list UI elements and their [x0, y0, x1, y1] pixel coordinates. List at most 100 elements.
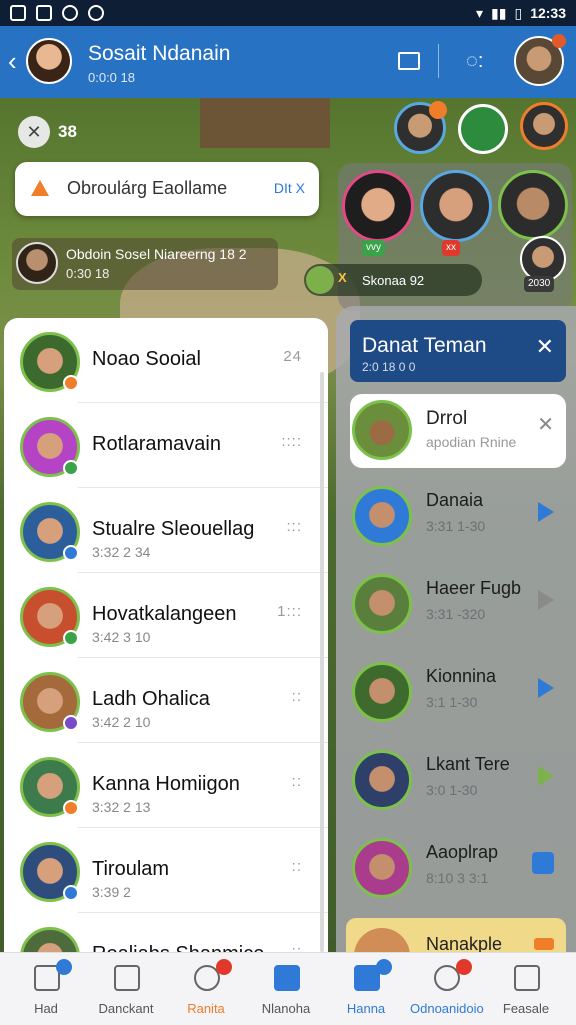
- nav-item[interactable]: Had: [10, 953, 82, 1025]
- target-icon: [62, 5, 78, 21]
- friend-avatar: [20, 332, 80, 392]
- friends-scrollbar[interactable]: [320, 372, 324, 952]
- book-icon[interactable]: [398, 52, 420, 70]
- cluster-chip-2: xx: [442, 240, 460, 256]
- profile-avatar[interactable]: [514, 34, 566, 86]
- suggested-sub: 3:31 1-30: [426, 518, 486, 534]
- notification-card[interactable]: Obroulárg Eaollame DIt X: [15, 162, 319, 216]
- status-time: 12:33: [530, 5, 566, 21]
- nav-item[interactable]: Ranita: [170, 953, 242, 1025]
- status-pill-label: Skonaa 92: [362, 273, 425, 288]
- drag-handle-icon[interactable]: :::: [286, 518, 302, 535]
- add-friend-header: Danat Teman 2:0 18 0 0 ✕: [350, 320, 566, 382]
- friend-row[interactable]: Hovatkalangeen3:42 3 10 1:::: [4, 573, 328, 658]
- nav-label: Hanna: [346, 1001, 386, 1016]
- nav-item[interactable]: Hanna: [330, 953, 402, 1025]
- suggestion-action-icon[interactable]: [534, 938, 554, 950]
- hud-avatar-2[interactable]: [520, 102, 568, 150]
- cluster-time: 2030: [524, 276, 555, 292]
- cluster-chip-1: vvy: [362, 240, 385, 256]
- nav-item[interactable]: Odnoanidoio: [410, 953, 484, 1025]
- friend-avatar: [20, 842, 80, 902]
- settings-icon: [88, 5, 104, 21]
- friend-row[interactable]: Noao Sooial 24: [4, 318, 328, 403]
- play-icon[interactable]: [538, 678, 554, 698]
- edit-icon[interactable]: [532, 852, 554, 874]
- friend-avatar: [20, 757, 80, 817]
- friends-icon: [114, 965, 140, 991]
- photo-icon: [36, 5, 52, 21]
- suggested-friend-row[interactable]: Lkant Tere 3:0 1-30: [350, 738, 566, 824]
- friend-sub: 3:42 3 10: [92, 629, 151, 645]
- status-icons-left: [10, 5, 104, 21]
- heart-icon[interactable]: [458, 104, 508, 154]
- nav-badge: [216, 959, 232, 975]
- friend-row[interactable]: Tiroulam3:39 2::: [4, 828, 328, 913]
- play-icon[interactable]: [538, 766, 554, 786]
- friend-sub: 3:32 2 13: [92, 799, 151, 815]
- suggested-sub: 8:10 3 3:1: [426, 870, 489, 886]
- chat-icon[interactable]: ◌:: [466, 50, 483, 73]
- drag-handle-icon[interactable]: ::: [292, 858, 302, 875]
- hud-counter[interactable]: ✕ 38: [18, 116, 77, 148]
- suggested-friend-row[interactable]: Haeer Fugb 3:31 -320: [350, 562, 566, 648]
- cluster-avatar-2[interactable]: [420, 170, 492, 242]
- cluster-avatar-1[interactable]: [342, 170, 414, 242]
- header-avatar[interactable]: [26, 38, 72, 84]
- drag-handle-icon[interactable]: ::: [292, 773, 302, 790]
- game-notice[interactable]: Obdoin Sosel Niareerng 18 2 0:30 18: [12, 238, 278, 290]
- friend-sub: 3:39 2: [92, 884, 131, 900]
- friend-request-card[interactable]: Drrol apodian Rnine ✕: [350, 394, 566, 468]
- drag-handle-icon[interactable]: 1:::: [277, 603, 302, 620]
- friend-name: Tiroulam: [92, 858, 170, 880]
- bottom-navigation: Had Danckant Ranita Nlanoha Hanna Odnoanidoio…: [0, 952, 576, 1025]
- status-badge: [63, 630, 79, 646]
- suggested-friend-row[interactable]: Kionnina 3:1 1-30: [350, 650, 566, 736]
- notice-avatar: [16, 242, 58, 284]
- play-icon[interactable]: [538, 502, 554, 522]
- hud-avatar-1[interactable]: [394, 101, 447, 154]
- suggested-sub: 3:31 -320: [426, 606, 486, 622]
- friend-avatar: [20, 587, 80, 647]
- suggested-name: Kionnina: [426, 666, 497, 686]
- drag-handle-icon[interactable]: ::::: [281, 433, 302, 450]
- nav-item[interactable]: Feasale: [490, 953, 562, 1025]
- friend-row[interactable]: Kanna Homiigon3:32 2 13::: [4, 743, 328, 828]
- request-name: Drrol: [426, 408, 468, 429]
- friend-name: Hovatkalangeen: [92, 603, 237, 625]
- notification-dismiss[interactable]: DIt X: [274, 180, 305, 196]
- suggested-friend-row[interactable]: Danaia 3:31 1-30: [350, 474, 566, 560]
- drag-handle-icon[interactable]: 24: [283, 348, 302, 365]
- nav-item[interactable]: Danckant: [90, 953, 162, 1025]
- suggested-friend-row[interactable]: Aaoplrap 8:10 3 3:1: [350, 826, 566, 912]
- status-badge: [63, 545, 79, 561]
- profile-badge: [552, 34, 566, 48]
- thumb-icon: [514, 965, 540, 991]
- suggested-name: Lkant Tere: [426, 754, 510, 774]
- friend-row[interactable]: Ladh Ohalica 3:42 2 10::: [4, 658, 328, 743]
- friend-name: Ladh Ohalica: [92, 688, 210, 710]
- close-icon[interactable]: ✕: [536, 334, 554, 360]
- back-chevron-icon[interactable]: ‹: [8, 46, 17, 77]
- friend-avatar: [20, 417, 80, 477]
- friend-row[interactable]: Rotlaramavain::::: [4, 403, 328, 488]
- nav-label: Danckant: [98, 1001, 154, 1016]
- status-badge: [63, 800, 79, 816]
- nav-label: Had: [34, 1001, 58, 1016]
- nav-item[interactable]: Nlanoha: [250, 953, 322, 1025]
- status-icons-right: ▾ ▮▮ ▯ 12:33: [476, 5, 566, 22]
- game-status-pill[interactable]: X Skonaa 92: [304, 264, 482, 296]
- add-friend-title: Danat Teman: [362, 334, 487, 357]
- suggested-avatar: [352, 750, 412, 810]
- dismiss-request-icon[interactable]: ✕: [537, 412, 554, 437]
- suggested-name: Danaia: [426, 490, 484, 510]
- play-icon[interactable]: [538, 590, 554, 610]
- friend-name: Kanna Homiigon: [92, 773, 240, 795]
- cluster-avatar-3[interactable]: [498, 170, 568, 240]
- wifi-icon: ▾: [476, 4, 484, 21]
- suggested-avatar: [352, 662, 412, 722]
- friend-row[interactable]: Stualre Sleouellag 3:32 2 34:::: [4, 488, 328, 573]
- header-subtitle: 0:0:0 18: [88, 70, 135, 85]
- add-friend-subtitle: 2:0 18 0 0: [362, 360, 416, 374]
- drag-handle-icon[interactable]: ::: [292, 688, 302, 705]
